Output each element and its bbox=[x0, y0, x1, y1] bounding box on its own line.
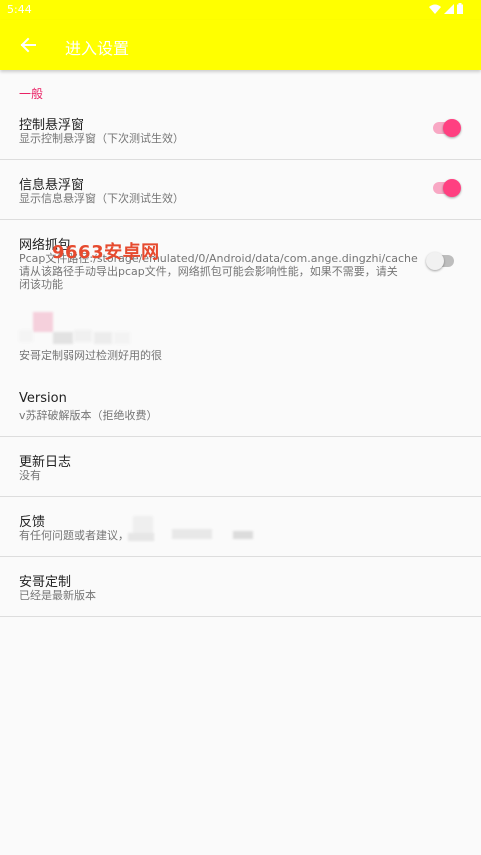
arrow-back-icon bbox=[20, 37, 36, 53]
pref-info-window[interactable]: 信息悬浮窗 显示信息悬浮窗（下次测试生效） bbox=[0, 160, 481, 219]
switch-thumb bbox=[443, 119, 461, 137]
back-button[interactable] bbox=[14, 32, 42, 58]
pref-summary: 有任何问题或者建议， bbox=[19, 529, 129, 542]
wifi-icon bbox=[429, 4, 441, 14]
pref-title: 控制悬浮窗 bbox=[19, 118, 85, 133]
pref-title: Version bbox=[19, 391, 67, 406]
pref-title: 更新日志 bbox=[19, 455, 72, 470]
divider bbox=[0, 616, 481, 617]
info-window-switch[interactable] bbox=[433, 178, 461, 198]
switch-thumb bbox=[426, 252, 444, 270]
pref-summary: 没有 bbox=[19, 469, 41, 482]
pref-title: 安哥定制 bbox=[19, 575, 72, 590]
pref-version[interactable]: Version v苏辞破解版本（拒绝收费） bbox=[0, 377, 481, 436]
app-toolbar: 进入设置 bbox=[0, 20, 481, 70]
pref-summary: 已经是最新版本 bbox=[19, 589, 96, 602]
status-icons bbox=[429, 3, 463, 14]
pref-title: 反馈 bbox=[19, 515, 46, 530]
pref-title: 信息悬浮窗 bbox=[19, 178, 85, 193]
control-window-switch[interactable] bbox=[433, 118, 461, 138]
pref-summary: v苏辞破解版本（拒绝收费） bbox=[19, 409, 158, 422]
pref-summary: 显示控制悬浮窗（下次测试生效） bbox=[19, 132, 184, 145]
pref-summary: 安哥定制弱网过检测好用的很 bbox=[19, 349, 162, 362]
packet-capture-switch[interactable] bbox=[426, 251, 454, 271]
page-title: 进入设置 bbox=[65, 39, 130, 58]
switch-thumb bbox=[443, 179, 461, 197]
status-bar: 5:44 bbox=[0, 0, 481, 20]
pref-weak-network[interactable]: 安哥定制弱网过检测好用的很 bbox=[0, 303, 481, 375]
pref-summary-line: 请从该路径手动导出pcap文件，网络抓包可能会影响性能，如果不需要，请关 bbox=[19, 265, 398, 278]
pref-summary-line: 闭该功能 bbox=[19, 278, 63, 291]
pref-changelog[interactable]: 更新日志 没有 bbox=[0, 437, 481, 496]
pref-control-window[interactable]: 控制悬浮窗 显示控制悬浮窗（下次测试生效） bbox=[0, 100, 481, 159]
pref-summary: 显示信息悬浮窗（下次测试生效） bbox=[19, 192, 184, 205]
watermark: 9663安卓网 bbox=[52, 242, 160, 263]
pref-custom-version[interactable]: 安哥定制 已经是最新版本 bbox=[0, 557, 481, 616]
battery-icon bbox=[457, 3, 463, 14]
status-time: 5:44 bbox=[7, 3, 32, 16]
signal-icon bbox=[444, 3, 454, 14]
pref-feedback[interactable]: 反馈 有任何问题或者建议， bbox=[0, 497, 481, 556]
